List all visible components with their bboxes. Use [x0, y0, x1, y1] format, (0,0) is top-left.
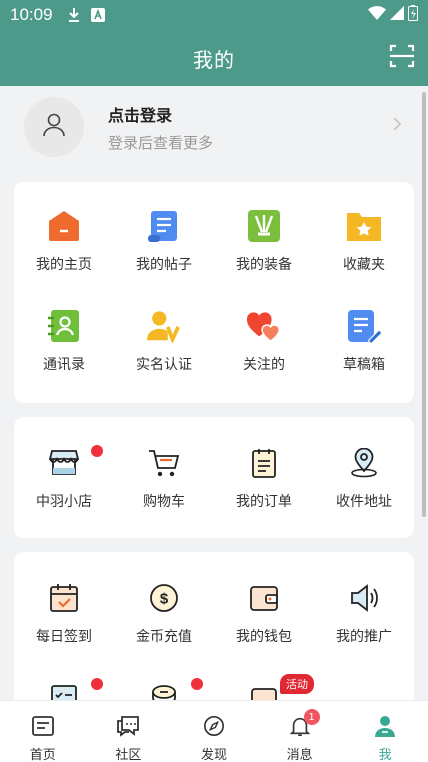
- notification-dot: [191, 678, 203, 690]
- app-notification-icon: [90, 8, 105, 22]
- scrollbar[interactable]: [422, 92, 426, 517]
- grid-item-label: 收件地址: [336, 494, 392, 510]
- shop-icon: [46, 445, 82, 481]
- home-icon: [46, 208, 82, 244]
- battery-icon: [408, 4, 418, 26]
- grid-item-coin-recharge[interactable]: $ 金币充值: [114, 552, 214, 652]
- scan-icon: [389, 43, 415, 73]
- grid-item-label: 中羽小店: [36, 494, 92, 510]
- calendar-check-icon: [46, 580, 82, 616]
- grid-item-label: 实名认证: [136, 357, 192, 373]
- grid-item-label: 关注的: [243, 357, 285, 373]
- hearts-icon: [246, 308, 282, 344]
- login-entry[interactable]: 点击登录 登录后查看更多: [14, 86, 414, 168]
- checklist-icon: [46, 680, 82, 700]
- wifi-icon: [368, 5, 386, 25]
- grid-item-label: 我的装备: [236, 257, 292, 273]
- grid-item-favorites[interactable]: 收藏夹: [314, 182, 414, 282]
- login-title: 点击登录: [108, 105, 173, 125]
- cart-icon: [146, 445, 182, 481]
- scan-button[interactable]: [388, 44, 416, 72]
- grid-item-label: 金币充值: [136, 629, 192, 645]
- grid-item-address[interactable]: 收件地址: [314, 417, 414, 517]
- grid-item-my-posts[interactable]: 我的帖子: [114, 182, 214, 282]
- grid-item-label: 我的帖子: [136, 257, 192, 273]
- services-card: 每日签到 $ 金币充值 我的钱包 我的推广 活动: [14, 552, 414, 700]
- grid-item-label: 购物车: [143, 494, 185, 510]
- grid-item-daily-checkin[interactable]: 每日签到: [14, 552, 114, 652]
- notification-dot: [91, 445, 103, 457]
- grid-item-wallet[interactable]: 我的钱包: [214, 552, 314, 652]
- orders-icon: [246, 445, 282, 481]
- wallet-icon: [246, 580, 282, 616]
- grid-item-my-home[interactable]: 我的主页: [14, 182, 114, 282]
- grid-item-my-equipment[interactable]: 我的装备: [214, 182, 314, 282]
- login-subtitle: 登录后查看更多: [108, 133, 214, 152]
- coin-stack-icon: [146, 680, 182, 700]
- grid-item-partial-3[interactable]: 活动: [214, 652, 314, 700]
- verify-icon: [146, 308, 182, 344]
- draft-icon: [346, 308, 382, 344]
- grid-item-contacts[interactable]: 通讯录: [14, 282, 114, 382]
- personal-card: 我的主页 我的帖子 我的装备 收藏夹 通讯录 实名认证 关注的 草稿箱: [14, 182, 414, 403]
- avatar: [24, 97, 84, 157]
- grid-item-label: 草稿箱: [343, 357, 385, 373]
- message-badge: 1: [303, 709, 320, 725]
- tab-messages[interactable]: 1 消息: [257, 701, 343, 762]
- tab-discover[interactable]: 发现: [171, 701, 257, 762]
- tab-home[interactable]: 首页: [0, 701, 86, 762]
- status-bar: 10:09: [0, 0, 428, 30]
- grid-item-label: 我的钱包: [236, 629, 292, 645]
- user-icon: [41, 112, 67, 142]
- activity-tag: 活动: [280, 674, 314, 694]
- posts-icon: [146, 208, 182, 244]
- grid-item-shop[interactable]: 中羽小店: [14, 417, 114, 517]
- gift-card-icon: [246, 680, 282, 700]
- grid-item-label: 通讯录: [43, 357, 85, 373]
- grid-item-label: 收藏夹: [343, 257, 385, 273]
- location-icon: [346, 445, 382, 481]
- community-icon: [116, 715, 140, 741]
- profile-icon: [373, 715, 397, 741]
- notification-dot: [91, 678, 103, 690]
- chevron-right-icon: [392, 116, 402, 136]
- compass-icon: [202, 715, 226, 741]
- status-time: 10:09: [10, 5, 53, 24]
- profile-content: 点击登录 登录后查看更多 我的主页 我的帖子 我的装备 收藏夹 通讯录 实名认证…: [0, 86, 428, 700]
- grid-item-promotion[interactable]: 我的推广: [314, 552, 414, 652]
- svg-text:$: $: [160, 591, 169, 608]
- grid-item-partial-2[interactable]: [114, 652, 214, 700]
- grid-item-partial-1[interactable]: [14, 652, 114, 700]
- grid-item-drafts[interactable]: 草稿箱: [314, 282, 414, 382]
- download-icon: [67, 7, 81, 23]
- shop-card: 中羽小店 购物车 我的订单 收件地址: [14, 417, 414, 538]
- speaker-icon: [346, 580, 382, 616]
- tab-label: 发现: [200, 748, 227, 762]
- grid-item-label: 每日签到: [36, 629, 92, 645]
- signal-icon: [390, 5, 404, 25]
- tab-community[interactable]: 社区: [86, 701, 172, 762]
- favorites-folder-icon: [346, 208, 382, 244]
- equipment-icon: [246, 208, 282, 244]
- tab-label: 社区: [115, 748, 142, 762]
- grid-item-cart[interactable]: 购物车: [114, 417, 214, 517]
- tab-label: 消息: [286, 748, 313, 762]
- grid-item-label: 我的主页: [36, 257, 92, 273]
- tab-label: 我: [378, 748, 392, 762]
- coin-icon: $: [146, 580, 182, 616]
- grid-item-orders[interactable]: 我的订单: [214, 417, 314, 517]
- bottom-tab-bar: 首页 社区 发现 1 消息 我: [0, 700, 428, 762]
- tab-label: 首页: [29, 748, 56, 762]
- grid-item-empty: [314, 652, 414, 700]
- grid-item-label: 我的订单: [236, 494, 292, 510]
- grid-item-label: 我的推广: [336, 629, 392, 645]
- grid-item-following[interactable]: 关注的: [214, 282, 314, 382]
- page-title: 我的: [193, 47, 235, 72]
- contacts-icon: [46, 308, 82, 344]
- grid-item-real-name-verify[interactable]: 实名认证: [114, 282, 214, 382]
- app-header: 我的: [0, 30, 428, 86]
- home-tab-icon: [31, 715, 55, 741]
- tab-me[interactable]: 我: [342, 701, 428, 762]
